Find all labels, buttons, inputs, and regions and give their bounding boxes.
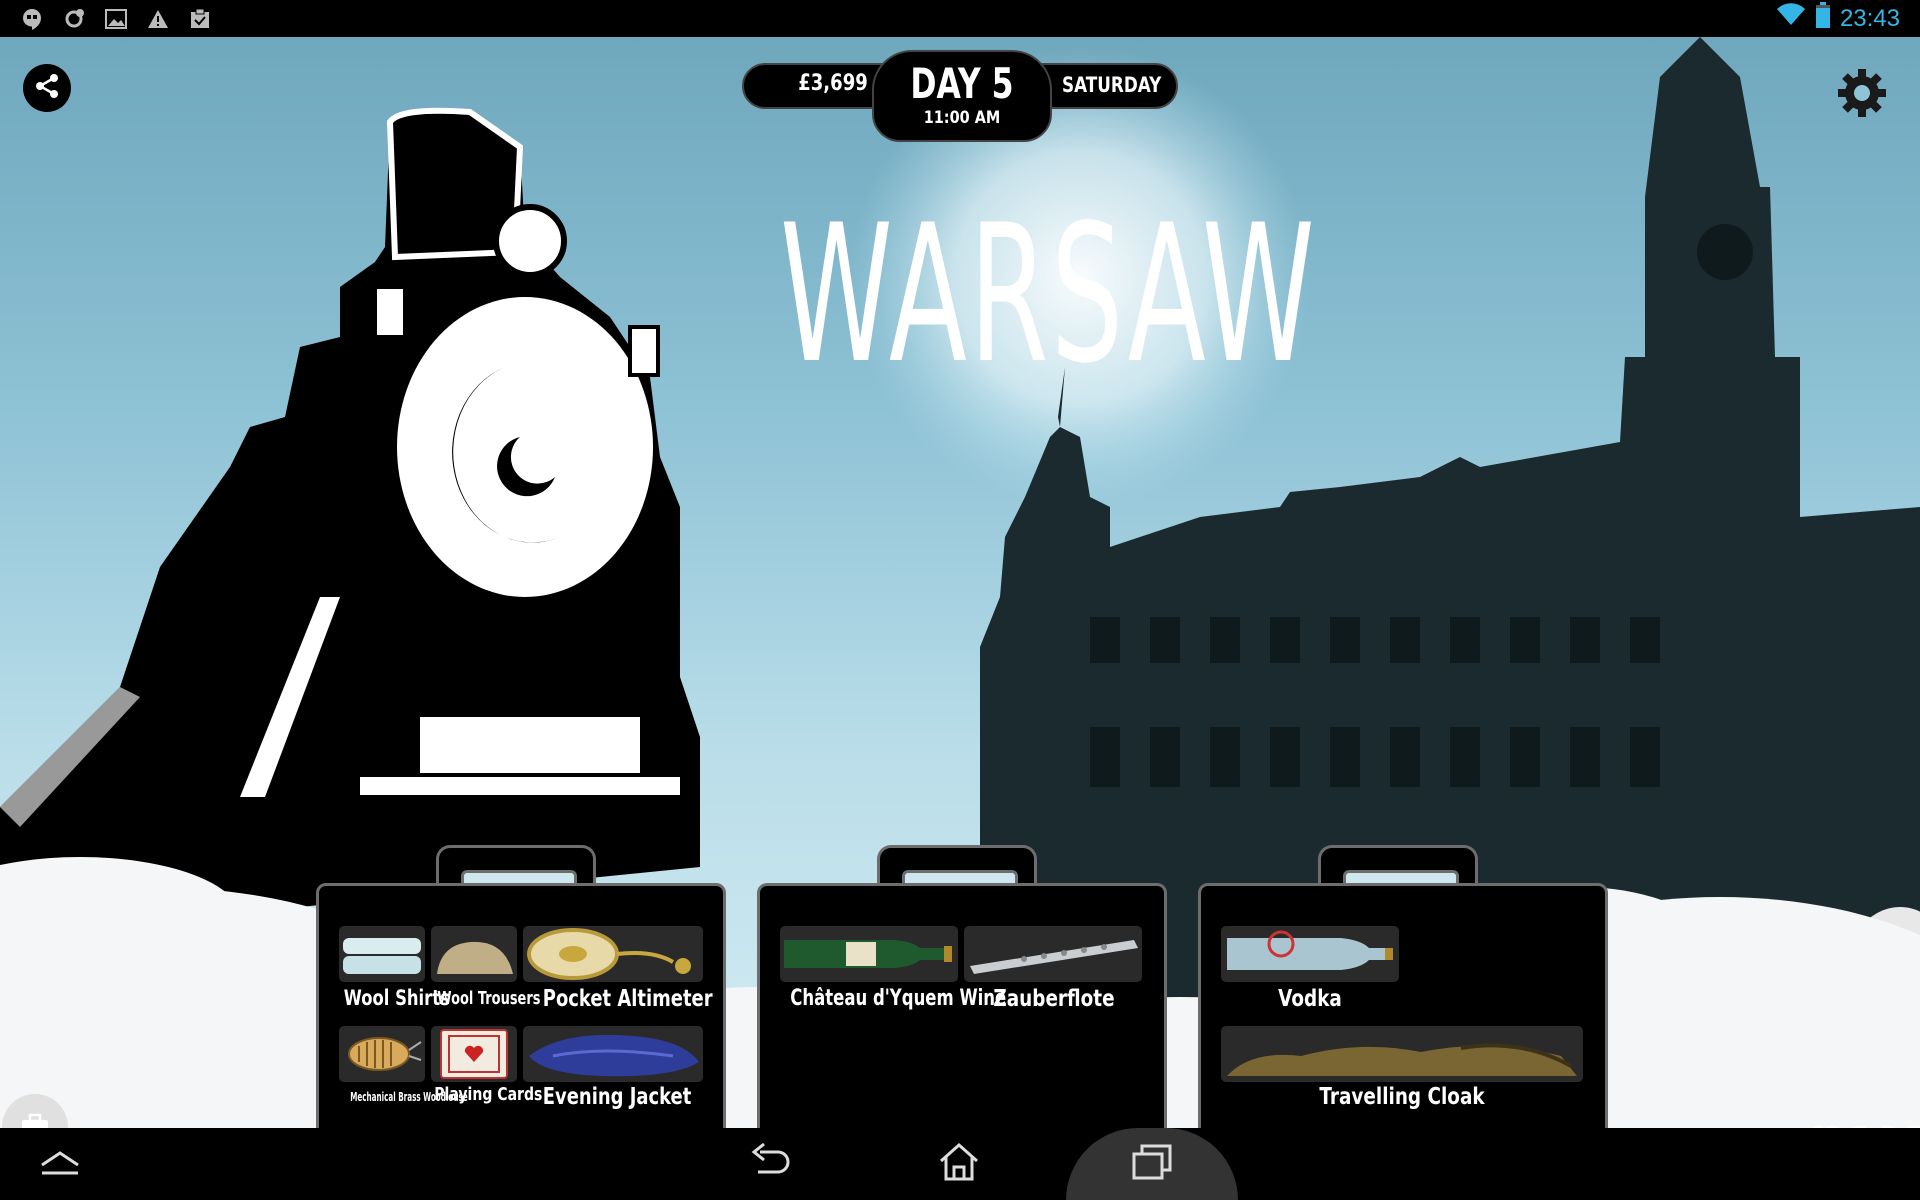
item-label: Mechanical Brass Woodlouse xyxy=(350,1090,468,1104)
suitcase-2: Château d'Yquem Wine Zauberflote xyxy=(757,883,1167,1128)
wool-shirts-icon xyxy=(343,938,421,974)
item-label: Vodka xyxy=(1278,986,1342,1012)
wifi-icon xyxy=(1776,3,1806,34)
item-label: Wool Shirts xyxy=(343,986,450,1010)
inventory-slot-travelling-cloak[interactable] xyxy=(1221,1026,1583,1082)
back-button[interactable] xyxy=(740,1136,800,1192)
flute-icon xyxy=(970,940,1138,974)
warning-icon xyxy=(146,7,170,31)
battery-icon xyxy=(1815,2,1830,35)
playing-cards-icon xyxy=(440,1029,508,1079)
city-title: WARSAW xyxy=(780,184,1318,405)
locomotive-silhouette xyxy=(0,107,700,937)
evening-jacket-icon xyxy=(529,1034,699,1077)
inventory-slot-playing-cards[interactable] xyxy=(431,1026,517,1082)
home-icon xyxy=(937,1141,981,1188)
back-icon xyxy=(748,1142,792,1187)
inventory-slot-brass-woodlouse[interactable] xyxy=(339,1026,425,1082)
suitcase-1: Wool Shirts Wool Trousers Pocket Altimet… xyxy=(316,883,726,1128)
item-label: Playing Cards xyxy=(434,1084,543,1105)
hangouts-icon xyxy=(20,7,44,31)
item-label: Wool Trousers xyxy=(437,988,541,1009)
item-label: Zauberflote xyxy=(993,986,1115,1012)
suitcase-3: Vodka Travelling Cloak xyxy=(1198,883,1608,1128)
pocket-altimeter-icon xyxy=(527,928,691,980)
weekday-display: SATURDAY xyxy=(1062,73,1162,97)
wool-trousers-icon xyxy=(437,941,513,974)
inventory-slot-zauberflote[interactable] xyxy=(964,926,1142,982)
system-status: 23:43 xyxy=(1776,2,1900,35)
item-label: Travelling Cloak xyxy=(1319,1084,1485,1110)
recent-apps-icon xyxy=(1130,1142,1174,1187)
navigation-bar xyxy=(0,1128,1920,1200)
money-display: £3,699 xyxy=(798,71,868,96)
day-badge: DAY 5 11:00 AM xyxy=(872,50,1052,142)
inventory-slot-evening-jacket[interactable] xyxy=(523,1026,703,1082)
gear-icon xyxy=(1836,69,1888,123)
vodka-bottle-icon xyxy=(1227,930,1393,970)
status-bar: 23:43 xyxy=(0,0,1920,37)
notification-icons xyxy=(20,7,212,31)
health-indicator: 100 xyxy=(1808,1117,1920,1128)
recent-apps-button[interactable] xyxy=(1122,1136,1182,1192)
sync-icon xyxy=(62,7,86,31)
chevron-up-icon xyxy=(38,1147,82,1182)
share-button[interactable] xyxy=(23,64,71,112)
menu-up-button[interactable] xyxy=(30,1136,90,1192)
home-button[interactable] xyxy=(929,1136,989,1192)
item-label: Evening Jacket xyxy=(542,1084,692,1110)
wine-bottle-icon xyxy=(784,940,952,968)
item-label: Château d'Yquem Wine xyxy=(790,986,1007,1011)
travelling-cloak-icon xyxy=(1227,1043,1577,1076)
heart-icon xyxy=(1808,1119,1842,1128)
image-icon xyxy=(104,7,128,31)
settings-button[interactable] xyxy=(1836,67,1888,119)
inventory-slot-wool-trousers[interactable] xyxy=(431,926,517,982)
game-scene[interactable]: £3,699 SATURDAY DAY 5 11:00 AM WARSAW Wo… xyxy=(0,37,1920,1128)
clock: 23:43 xyxy=(1839,4,1900,32)
brass-woodlouse-icon xyxy=(348,1037,422,1071)
inventory-slot-vodka[interactable] xyxy=(1221,926,1399,982)
share-icon xyxy=(34,73,60,104)
inventory-slot-pocket-altimeter[interactable] xyxy=(523,926,703,982)
briefcase-icon xyxy=(20,1113,50,1128)
inventory-slot-wool-shirts[interactable] xyxy=(339,926,425,982)
health-value: 100 xyxy=(1848,1119,1920,1128)
inventory-slot-wine[interactable] xyxy=(780,926,958,982)
time-display: 11:00 AM xyxy=(923,108,1001,128)
day-counter: DAY 5 xyxy=(910,59,1014,108)
item-label: Pocket Altimeter xyxy=(542,986,713,1012)
clipboard-icon xyxy=(188,7,212,31)
